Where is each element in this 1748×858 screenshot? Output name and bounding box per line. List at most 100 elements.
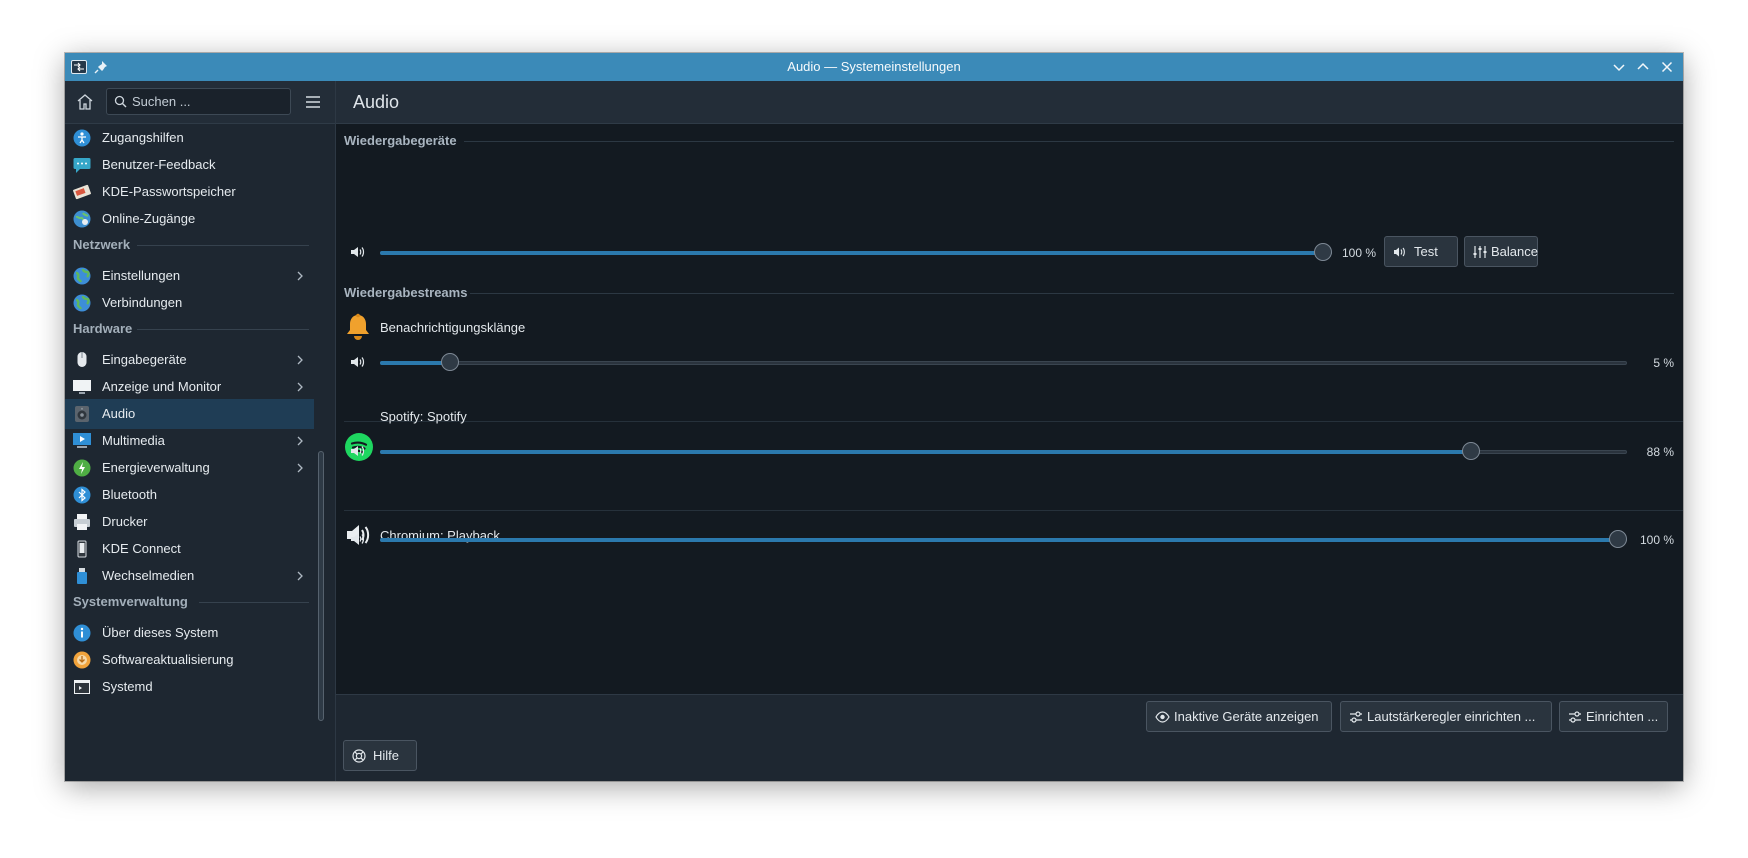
stream-volume-percent: 88 % bbox=[1646, 445, 1674, 459]
balance-button[interactable]: Balance bbox=[1464, 236, 1538, 267]
speaker-volume-icon[interactable] bbox=[349, 530, 367, 548]
minimize-button[interactable] bbox=[1609, 57, 1629, 77]
slider-handle[interactable] bbox=[441, 353, 460, 371]
search-input[interactable] bbox=[132, 89, 282, 114]
section-divider bbox=[199, 602, 309, 603]
sidebar-item-label: Energieverwaltung bbox=[102, 460, 210, 475]
sidebar-item-einstellungen[interactable]: Einstellungen bbox=[65, 261, 314, 291]
sidebar-scrollbar[interactable] bbox=[318, 451, 324, 721]
page-header: Audio bbox=[336, 81, 1683, 124]
accessibility-icon bbox=[73, 129, 91, 147]
chevron-right-icon bbox=[294, 381, 306, 396]
title-bar[interactable]: Audio — Systemeinstellungen bbox=[65, 53, 1683, 81]
stream-volume-slider[interactable] bbox=[380, 530, 1627, 548]
hamburger-menu-button[interactable] bbox=[303, 92, 323, 112]
test-button[interactable]: Test bbox=[1384, 236, 1458, 267]
device-volume-slider[interactable] bbox=[380, 243, 1332, 261]
eye-icon bbox=[1155, 710, 1170, 727]
sidebar-item-kde-passwortspeicher[interactable]: KDE-Passwortspeicher bbox=[65, 177, 314, 207]
bell-icon bbox=[345, 313, 371, 341]
slider-fill bbox=[380, 361, 451, 365]
sidebar-item-label: Multimedia bbox=[102, 433, 165, 448]
footer-bar: Inaktive Geräte anzeigen Lautstärkeregle… bbox=[336, 694, 1683, 781]
button-label: Balance bbox=[1491, 244, 1538, 259]
phone-icon bbox=[73, 540, 91, 558]
mouse-icon bbox=[73, 351, 91, 369]
sidebar-item-wechselmedien[interactable]: Wechselmedien bbox=[65, 561, 314, 591]
section-heading: Systemverwaltung bbox=[73, 594, 188, 609]
sidebar-item-audio[interactable]: Audio bbox=[65, 399, 314, 429]
sidebar-item-softwareaktualisierung[interactable]: Softwareaktualisierung bbox=[65, 645, 314, 675]
search-field[interactable] bbox=[106, 88, 291, 115]
configure-icon bbox=[1349, 710, 1363, 727]
help-button[interactable]: Hilfe bbox=[343, 740, 417, 771]
chevron-right-icon bbox=[294, 570, 306, 585]
section-heading: Netzwerk bbox=[73, 237, 131, 252]
sidebar-item-bluetooth[interactable]: Bluetooth bbox=[65, 480, 314, 510]
group-divider bbox=[464, 141, 1674, 142]
sidebar-item-label: Softwareaktualisierung bbox=[102, 652, 234, 667]
close-button[interactable] bbox=[1657, 57, 1677, 77]
sidebar-item-label: Online-Zugänge bbox=[102, 211, 196, 226]
home-button[interactable] bbox=[73, 90, 97, 114]
chevron-right-icon bbox=[294, 354, 306, 369]
section-hardware: Hardware bbox=[73, 319, 309, 339]
stream-name: Benachrichtigungsklänge bbox=[380, 320, 526, 335]
sidebar-item-label: Eingabegeräte bbox=[102, 352, 187, 367]
page-title: Audio bbox=[353, 92, 400, 112]
sidebar-item-label: Systemd bbox=[102, 679, 153, 694]
sidebar-item-label: Benutzer-Feedback bbox=[102, 157, 216, 172]
button-label: Test bbox=[1414, 244, 1438, 259]
speaker-volume-icon[interactable] bbox=[349, 353, 367, 371]
slider-handle[interactable] bbox=[1314, 243, 1332, 261]
sidebar-item-zugangshilfen[interactable]: Zugangshilfen bbox=[65, 123, 314, 153]
stream-divider bbox=[344, 510, 1683, 511]
sidebar-item-energieverwaltung[interactable]: Energieverwaltung bbox=[65, 453, 314, 483]
slider-fill bbox=[380, 251, 1323, 255]
sidebar-item-label: KDE Connect bbox=[102, 541, 181, 556]
sidebar-item-systemd[interactable]: Systemd bbox=[65, 672, 314, 702]
sidebar-item-label: Über dieses System bbox=[102, 625, 219, 640]
speaker-icon bbox=[1393, 245, 1407, 262]
configure-button[interactable]: Einrichten ... bbox=[1559, 701, 1668, 732]
sidebar-item-benutzer-feedback[interactable]: Benutzer-Feedback bbox=[65, 150, 314, 180]
stream-volume-slider[interactable] bbox=[380, 353, 1627, 371]
sidebar-item-label: Zugangshilfen bbox=[102, 130, 184, 145]
sidebar-item-multimedia[interactable]: Multimedia bbox=[65, 426, 314, 456]
search-icon bbox=[114, 95, 127, 113]
configure-volume-controls-button[interactable]: Lautstärkeregler einrichten ... bbox=[1340, 701, 1552, 732]
sidebar-item-label: KDE-Passwortspeicher bbox=[102, 184, 236, 199]
show-inactive-devices-button[interactable]: Inaktive Geräte anzeigen bbox=[1146, 701, 1332, 732]
systemd-icon bbox=[73, 678, 91, 696]
group-heading: Wiedergabegeräte bbox=[344, 133, 457, 148]
sidebar-item-eingabegeraete[interactable]: Eingabegeräte bbox=[65, 345, 314, 375]
sidebar-item-verbindungen[interactable]: Verbindungen bbox=[65, 288, 314, 318]
sidebar-item-kde-connect[interactable]: KDE Connect bbox=[65, 534, 314, 564]
hamburger-icon bbox=[306, 96, 320, 108]
slider-handle[interactable] bbox=[1461, 442, 1480, 460]
usb-icon bbox=[73, 567, 91, 585]
stream-volume-slider[interactable] bbox=[380, 442, 1627, 460]
button-label: Lautstärkeregler einrichten ... bbox=[1367, 709, 1536, 724]
sidebar-item-drucker[interactable]: Drucker bbox=[65, 507, 314, 537]
configure-icon bbox=[1568, 710, 1582, 727]
stream-divider bbox=[344, 421, 1683, 422]
sidebar-item-anzeige-und-monitor[interactable]: Anzeige und Monitor bbox=[65, 372, 314, 402]
section-netzwerk: Netzwerk bbox=[73, 235, 309, 255]
stream-volume-percent: 5 % bbox=[1653, 356, 1674, 370]
globe-icon bbox=[73, 294, 91, 312]
playback-devices-heading: Wiedergabegeräte bbox=[344, 131, 1674, 151]
multimedia-icon bbox=[73, 432, 91, 450]
speaker-volume-icon[interactable] bbox=[349, 243, 367, 261]
sidebar-item-ueber-dieses-system[interactable]: Über dieses System bbox=[65, 618, 314, 648]
group-divider bbox=[470, 293, 1674, 294]
maximize-button[interactable] bbox=[1633, 57, 1653, 77]
sidebar-item-online-zugaenge[interactable]: Online-Zugänge bbox=[65, 204, 314, 234]
playback-streams-heading: Wiedergabestreams bbox=[344, 283, 1674, 303]
slider-handle[interactable] bbox=[1609, 530, 1627, 548]
wallet-icon bbox=[73, 183, 91, 201]
bluetooth-icon bbox=[73, 486, 91, 504]
speaker-volume-icon[interactable] bbox=[349, 442, 367, 460]
sidebar-header bbox=[65, 81, 335, 124]
home-icon bbox=[77, 94, 93, 110]
